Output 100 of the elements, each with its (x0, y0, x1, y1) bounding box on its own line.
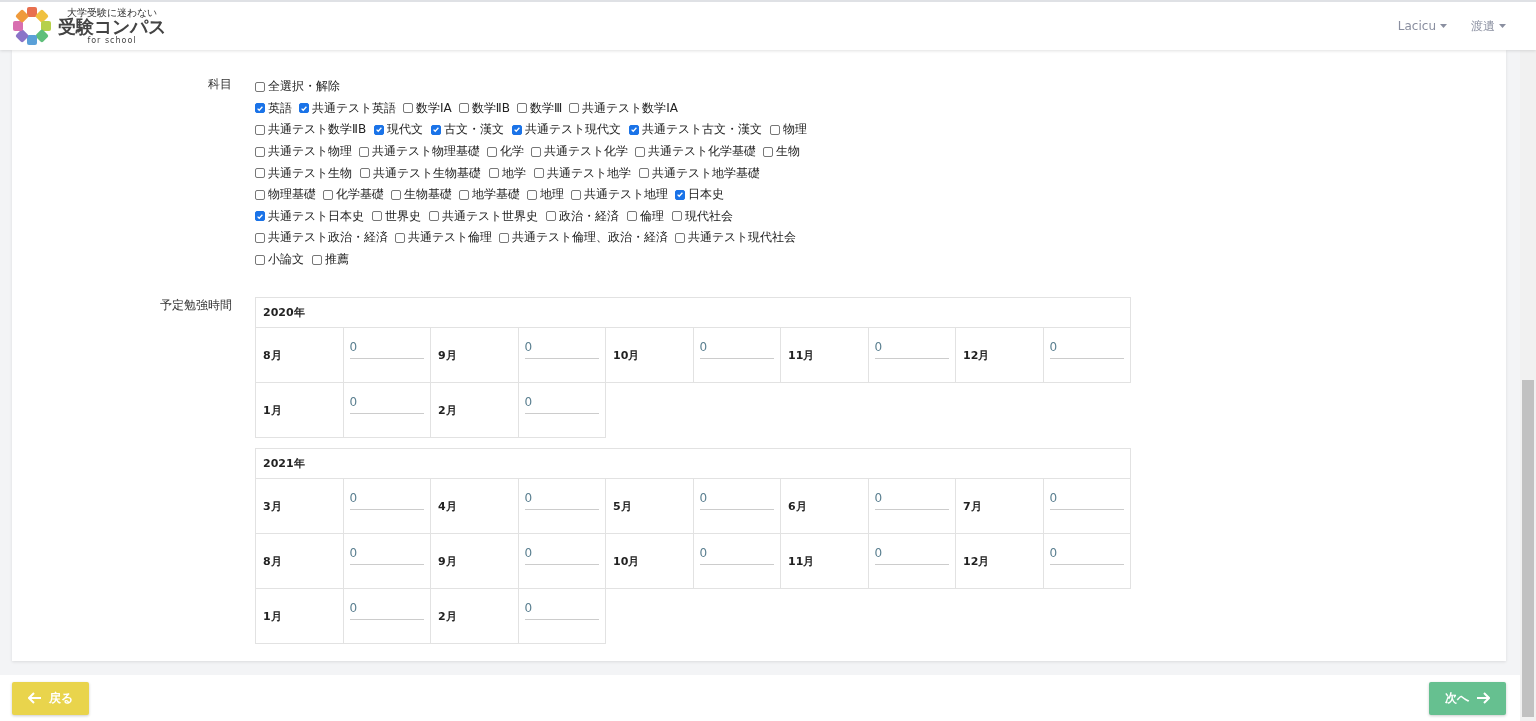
month-cell: 11月 (780, 327, 868, 383)
field-label: 科目 (207, 76, 233, 93)
subject-checkbox[interactable]: 化学基礎 (323, 186, 384, 204)
subject-checkbox[interactable]: 共通テスト化学 (531, 143, 628, 161)
hours-field[interactable]: 0 (343, 382, 431, 438)
subject-checkbox[interactable]: 共通テスト物理基礎 (359, 143, 480, 161)
subject-checkbox[interactable]: 共通テスト世界史 (429, 207, 538, 225)
subject-checkbox[interactable]: 共通テスト化学基礎 (635, 143, 756, 161)
month-cell: 2月 (430, 382, 518, 438)
subject-checkbox[interactable]: 共通テスト数学ⅠA (569, 99, 678, 117)
hours-field[interactable]: 0 (868, 533, 956, 589)
subject-checkbox[interactable]: 共通テスト物理 (255, 143, 352, 161)
logo-subtitle: for school (87, 36, 137, 46)
subject-checkbox[interactable]: 小論文 (255, 251, 304, 269)
hours-field[interactable]: 0 (693, 327, 781, 383)
month-cell: 12月 (955, 533, 1043, 589)
month-cell: 8月 (255, 533, 343, 589)
subject-checkbox[interactable]: 共通テスト倫理 (395, 229, 492, 247)
subject-checkbox[interactable]: 英語 (255, 99, 292, 117)
subject-checkbox[interactable]: 共通テスト地学基礎 (639, 164, 760, 182)
month-cell: 7月 (955, 478, 1043, 534)
subject-checkbox[interactable]: 物理基礎 (255, 186, 316, 204)
month-cell: 10月 (605, 327, 693, 383)
check-icon (375, 125, 384, 135)
hours-field[interactable]: 0 (868, 327, 956, 383)
subject-checkbox[interactable]: 共通テスト現代社会 (675, 229, 796, 247)
logo-icon (12, 6, 52, 46)
user-menu[interactable]: 渡遺 (1471, 17, 1506, 35)
subject-checkbox[interactable]: 共通テスト生物 (255, 164, 352, 182)
hours-field[interactable]: 0 (518, 382, 606, 438)
subject-checkbox[interactable]: 共通テスト倫理、政治・経済 (499, 229, 668, 247)
month-cell: 9月 (430, 327, 518, 383)
month-cell: 12月 (955, 327, 1043, 383)
caret-icon (1499, 24, 1506, 28)
hours-field[interactable]: 0 (693, 533, 781, 589)
month-cell: 1月 (255, 382, 343, 438)
subject-checkbox[interactable]: 共通テスト地学 (534, 164, 631, 182)
year-header: 2021年 (255, 448, 1131, 479)
subject-checkbox[interactable]: 共通テスト地理 (571, 186, 668, 204)
subject-checkbox[interactable]: 日本史 (675, 186, 724, 204)
month-cell: 6月 (780, 478, 868, 534)
hours-field[interactable]: 0 (1043, 533, 1131, 589)
subject-checkbox[interactable]: 共通テスト日本史 (255, 207, 364, 225)
check-icon (630, 125, 639, 135)
month-cell: 3月 (255, 478, 343, 534)
arrow-right-icon (1476, 692, 1490, 704)
subject-checkbox[interactable]: 共通テスト生物基礎 (360, 164, 481, 182)
field-label: 予定勉強時間 (159, 297, 233, 315)
hours-field[interactable]: 0 (693, 478, 781, 534)
hours-field[interactable]: 0 (343, 327, 431, 383)
subject-checkbox[interactable]: 推薦 (312, 251, 349, 269)
subject-checkbox[interactable]: 地理 (527, 186, 564, 204)
hours-field[interactable]: 0 (518, 327, 606, 383)
hours-field[interactable]: 0 (518, 588, 606, 644)
hours-field[interactable]: 0 (343, 533, 431, 589)
subject-checkbox[interactable]: 化学 (487, 143, 524, 161)
year-header: 2020年 (255, 297, 1131, 328)
month-cell: 8月 (255, 327, 343, 383)
subject-checkbox[interactable]: 地学 (489, 164, 526, 182)
subject-checkbox[interactable]: 現代文 (374, 121, 424, 139)
check-icon (432, 125, 441, 135)
check-icon (513, 125, 522, 135)
logo-tagline: 大学受験に迷わない (67, 6, 157, 18)
subject-checkbox[interactable]: 共通テスト数学ⅡB (255, 121, 367, 139)
subject-checkbox[interactable]: 世界史 (372, 207, 421, 225)
scrollbar[interactable] (1520, 50, 1536, 721)
month-cell: 9月 (430, 533, 518, 589)
subject-checkbox[interactable]: 共通テスト英語 (299, 99, 396, 117)
month-cell: 1月 (255, 588, 343, 644)
subject-checkbox[interactable]: 共通テスト政治・経済 (255, 229, 388, 247)
arrow-left-icon (28, 692, 42, 704)
subject-checkbox[interactable]: 生物基礎 (391, 186, 452, 204)
subject-checkbox[interactable]: 生物 (763, 143, 800, 161)
subject-checkbox[interactable]: 数学ⅠA (403, 99, 452, 117)
subject-checkbox[interactable]: 物理 (770, 121, 808, 139)
logo-title: 受験コンパス (58, 17, 166, 37)
hours-field[interactable]: 0 (518, 478, 606, 534)
month-cell: 2月 (430, 588, 518, 644)
month-cell: 10月 (605, 533, 693, 589)
subject-checkbox[interactable]: 倫理 (627, 207, 664, 225)
subject-checkbox[interactable]: 数学Ⅲ (516, 99, 563, 117)
subject-checkbox[interactable]: 共通テスト現代文 (512, 121, 622, 139)
caret-icon (1440, 24, 1447, 28)
hours-field[interactable]: 0 (868, 478, 956, 534)
subject-checkbox[interactable]: 古文・漢文 (431, 121, 505, 139)
hours-field[interactable]: 0 (343, 478, 431, 534)
month-cell: 4月 (430, 478, 518, 534)
subject-checkbox[interactable]: 全選択・解除 (255, 78, 340, 96)
subject-checkbox[interactable]: 共通テスト古文・漢文 (629, 121, 763, 139)
month-cell: 11月 (780, 533, 868, 589)
hours-field[interactable]: 0 (343, 588, 431, 644)
hours-field[interactable]: 0 (1043, 327, 1131, 383)
hours-field[interactable]: 0 (1043, 478, 1131, 534)
subject-checkbox[interactable]: 政治・経済 (546, 207, 619, 225)
subject-checkbox[interactable]: 数学ⅡB (458, 99, 510, 117)
subject-checkbox[interactable]: 現代社会 (672, 207, 733, 225)
hours-field[interactable]: 0 (518, 533, 606, 589)
check-icon (676, 190, 684, 200)
month-cell: 5月 (605, 478, 693, 534)
subject-checkbox[interactable]: 地学基礎 (459, 186, 520, 204)
